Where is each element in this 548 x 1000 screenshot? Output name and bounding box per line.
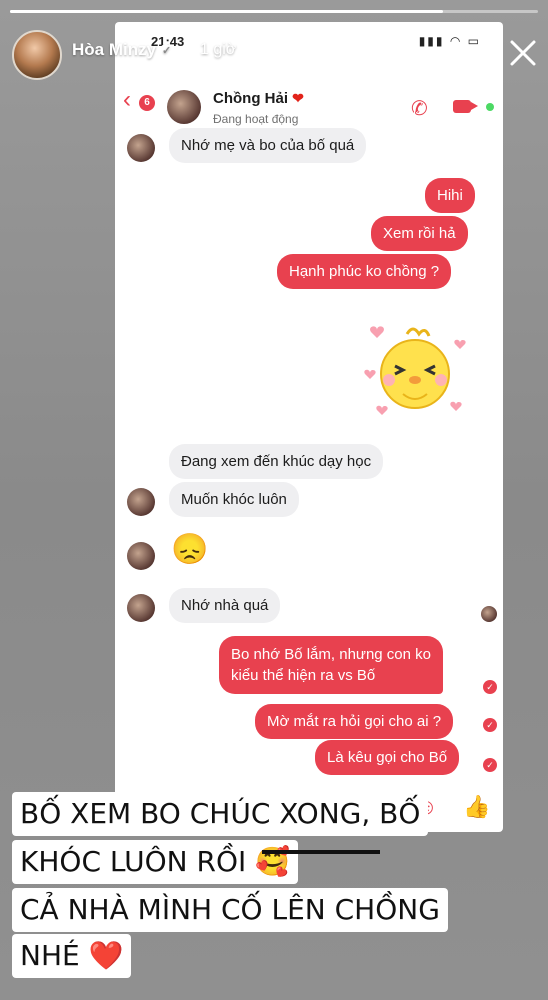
- caption-underline: [262, 850, 380, 854]
- thumbs-up-icon[interactable]: 👍: [463, 794, 490, 820]
- message-outgoing-multiline[interactable]: Bo nhớ Bố lắm, nhưng con ko kiểu thể hiệ…: [219, 636, 443, 694]
- seen-check-icon: ✓: [483, 680, 497, 694]
- message-incoming[interactable]: Nhớ nhà quá: [169, 588, 281, 623]
- message-line: kiểu thể hiện ra vs Bố: [231, 667, 376, 684]
- seen-avatar: [481, 606, 497, 622]
- story-time: 1 giờ: [200, 41, 237, 58]
- message-incoming[interactable]: Đang xem đến khúc dạy học: [169, 444, 384, 479]
- seen-check-icon: ✓: [483, 718, 497, 732]
- contact-name[interactable]: Chồng Hải ❤: [213, 90, 304, 107]
- sad-emoji-message[interactable]: 😞: [171, 532, 208, 567]
- message-incoming[interactable]: Nhớ mẹ và bo của bố quá: [169, 128, 367, 163]
- story-username-text: Hòa Minzy: [72, 40, 157, 59]
- message-outgoing[interactable]: Mờ mắt ra hỏi gọi cho ai ?: [255, 704, 454, 739]
- message-outgoing[interactable]: Hihi: [425, 178, 475, 213]
- story-progress-bar: [10, 10, 538, 13]
- phone-call-icon[interactable]: ✆: [411, 96, 428, 121]
- seen-check-icon: ✓: [483, 758, 497, 772]
- message-outgoing[interactable]: Hạnh phúc ko chồng ?: [277, 254, 452, 289]
- video-call-icon[interactable]: [453, 100, 478, 113]
- contact-avatar-small: [127, 488, 155, 516]
- contact-status: Đang hoạt động: [213, 112, 299, 126]
- close-icon[interactable]: [506, 36, 540, 70]
- contact-avatar-small: [127, 542, 155, 570]
- caption-line: BỐ XEM BO CHÚC XONG, BỐ: [12, 792, 429, 836]
- status-icons: ▮▮▮ ◠ ▭: [418, 34, 481, 48]
- chick-sticker[interactable]: [359, 314, 471, 426]
- contact-avatar-small: [127, 594, 155, 622]
- message-incoming[interactable]: Muốn khóc luôn: [169, 482, 299, 517]
- chat-header: ‹ 6 Chồng Hải ❤ Đang hoạt động ✆: [115, 68, 503, 126]
- caption-line: NHÉ ❤️: [12, 934, 132, 978]
- verified-badge-icon: ✓: [159, 44, 175, 59]
- contact-avatar[interactable]: [167, 90, 201, 124]
- story-progress-fill: [10, 10, 443, 13]
- contact-avatar-small: [127, 134, 155, 162]
- caption-line: CẢ NHÀ MÌNH CỐ LÊN CHỒNG: [12, 888, 448, 932]
- online-dot-icon: [486, 103, 494, 111]
- back-chevron-icon[interactable]: ‹: [123, 88, 131, 112]
- caption-line: KHÓC LUÔN RỒI 🥰: [12, 840, 299, 884]
- contact-name-text: Chồng Hải: [213, 90, 288, 107]
- unread-badge: 6: [139, 95, 155, 111]
- message-outgoing[interactable]: Xem rồi hả: [371, 216, 468, 251]
- message-line: Bo nhớ Bố lắm, nhưng con ko: [231, 646, 431, 663]
- story-user-avatar[interactable]: [12, 30, 62, 80]
- chat-screenshot: 21:43 ▮▮▮ ◠ ▭ ‹ 6 Chồng Hải ❤ Đang hoạt …: [115, 22, 503, 832]
- message-outgoing[interactable]: Là kêu gọi cho Bố: [315, 740, 460, 775]
- story-username[interactable]: Hòa Minzy ✓: [72, 40, 175, 60]
- heart-icon: ❤: [292, 90, 304, 106]
